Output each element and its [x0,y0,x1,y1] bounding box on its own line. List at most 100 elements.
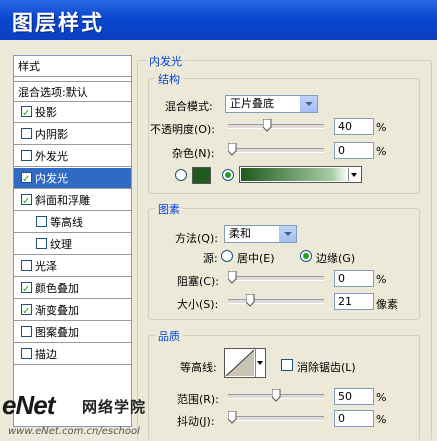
size-unit: 像素 [376,298,398,311]
jitter-slider-thumb[interactable] [228,411,237,424]
enet-logo: eNet [2,390,55,420]
choke-input[interactable]: 0 [334,270,374,287]
choke-slider[interactable] [228,270,324,286]
style-item-checkbox[interactable] [21,279,32,300]
enet-cn-name: 网络学院 [82,398,147,416]
structure-title: 结构 [155,71,183,87]
opacity-label: 不透明度(O): [150,123,215,136]
style-item-label: 外发光 [35,150,68,163]
source-center-label: 居中(E) [237,252,275,265]
style-item[interactable]: 图案叠加 [14,322,131,343]
blend-options-item[interactable]: 混合选项:默认 [14,81,131,102]
opacity-input[interactable]: 40 [334,118,374,135]
style-item[interactable]: 外发光 [14,146,131,167]
jitter-value: 0 [338,412,345,425]
noise-slider-thumb[interactable] [228,143,237,156]
style-item-checkbox[interactable] [21,260,32,271]
style-item[interactable]: 渐变叠加 [14,300,131,322]
style-item[interactable]: 描边 [14,344,131,365]
source-edge-label: 边缘(G) [316,252,356,265]
glow-color-swatch[interactable] [192,167,211,184]
technique-label: 方法(Q): [175,232,218,245]
chevron-down-icon [300,96,317,112]
enet-url: www.eNet.com.cn/eschool [8,426,140,437]
jitter-input[interactable]: 0 [334,410,374,427]
chevron-down-icon [279,226,296,242]
range-slider-thumb[interactable] [272,389,281,402]
opacity-slider-track [228,124,324,129]
style-item[interactable]: 斜面和浮雕 [14,190,131,212]
technique-select[interactable]: 柔和 [224,225,297,243]
size-slider-track [228,299,324,304]
antialias-label: 消除锯齿(L) [297,361,356,374]
style-item[interactable]: 纹理 [14,234,131,255]
noise-input[interactable]: 0 [334,142,374,159]
noise-slider-track [228,148,324,153]
style-list-header[interactable]: 样式 [14,56,131,77]
style-item-label: 内阴影 [35,128,68,141]
contour-preview [225,349,255,377]
style-item-label: 斜面和浮雕 [35,194,90,207]
size-slider[interactable] [228,293,324,309]
style-item-checkbox[interactable] [21,301,32,322]
jitter-slider-track [228,416,324,421]
range-slider[interactable] [228,388,324,404]
source-label: 源: [203,252,218,265]
gradient-radio[interactable] [222,169,234,181]
gradient-picker[interactable] [239,166,362,183]
style-item-checkbox[interactable] [21,191,32,212]
style-item[interactable]: 内阴影 [14,124,131,145]
range-unit: % [376,391,387,404]
style-item-checkbox[interactable] [21,169,32,190]
style-item-label: 渐变叠加 [35,304,79,317]
gradient-preview [241,168,348,181]
blend-mode-select[interactable]: 正片叠底 [225,95,318,113]
size-value: 21 [338,295,352,308]
chevron-down-icon [348,168,360,181]
style-item[interactable]: 内发光 [14,168,131,190]
noise-value: 0 [338,144,345,157]
quality-title: 品质 [155,328,183,344]
style-item-checkbox[interactable] [36,238,47,249]
contour-picker[interactable] [224,348,266,378]
opacity-value: 40 [338,120,352,133]
style-item-checkbox[interactable] [36,216,47,227]
solid-color-radio[interactable] [175,169,187,181]
jitter-slider[interactable] [228,410,324,426]
choke-label: 阻塞(C): [177,275,219,288]
style-item-label: 投影 [35,106,57,119]
style-item-checkbox[interactable] [21,326,32,337]
enet-watermark: eNet 网络学院 www.eNet.com.cn/eschool [0,390,200,440]
style-item-checkbox[interactable] [21,103,32,124]
style-item[interactable]: 颜色叠加 [14,278,131,300]
style-item[interactable]: 等高线 [14,212,131,233]
jitter-unit: % [376,413,387,426]
choke-slider-thumb[interactable] [228,271,237,284]
style-item-label: 内发光 [35,172,68,185]
blend-mode-label: 混合模式: [165,100,213,113]
opacity-slider[interactable] [228,118,324,134]
style-item-label: 纹理 [50,238,72,251]
style-item-label: 图案叠加 [35,326,79,339]
opacity-unit: % [376,121,387,134]
range-input[interactable]: 50 [334,388,374,405]
source-edge-radio[interactable] [300,250,312,262]
style-item-checkbox[interactable] [21,128,32,139]
antialias-checkbox[interactable] [281,359,293,371]
contour-label: 等高线: [180,361,217,374]
size-input[interactable]: 21 [334,293,374,310]
source-center-radio[interactable] [221,250,233,262]
inner-glow-title: 内发光 [146,53,185,69]
style-item-checkbox[interactable] [21,150,32,161]
style-item-label: 等高线 [50,216,83,229]
range-value: 50 [338,390,352,403]
style-item-label: 颜色叠加 [35,282,79,295]
size-slider-thumb[interactable] [246,294,255,307]
style-item[interactable]: 投影 [14,102,131,124]
choke-unit: % [376,273,387,286]
opacity-slider-thumb[interactable] [263,119,272,132]
style-item-checkbox[interactable] [21,348,32,359]
choke-value: 0 [338,272,345,285]
style-item[interactable]: 光泽 [14,256,131,277]
noise-slider[interactable] [228,142,324,158]
